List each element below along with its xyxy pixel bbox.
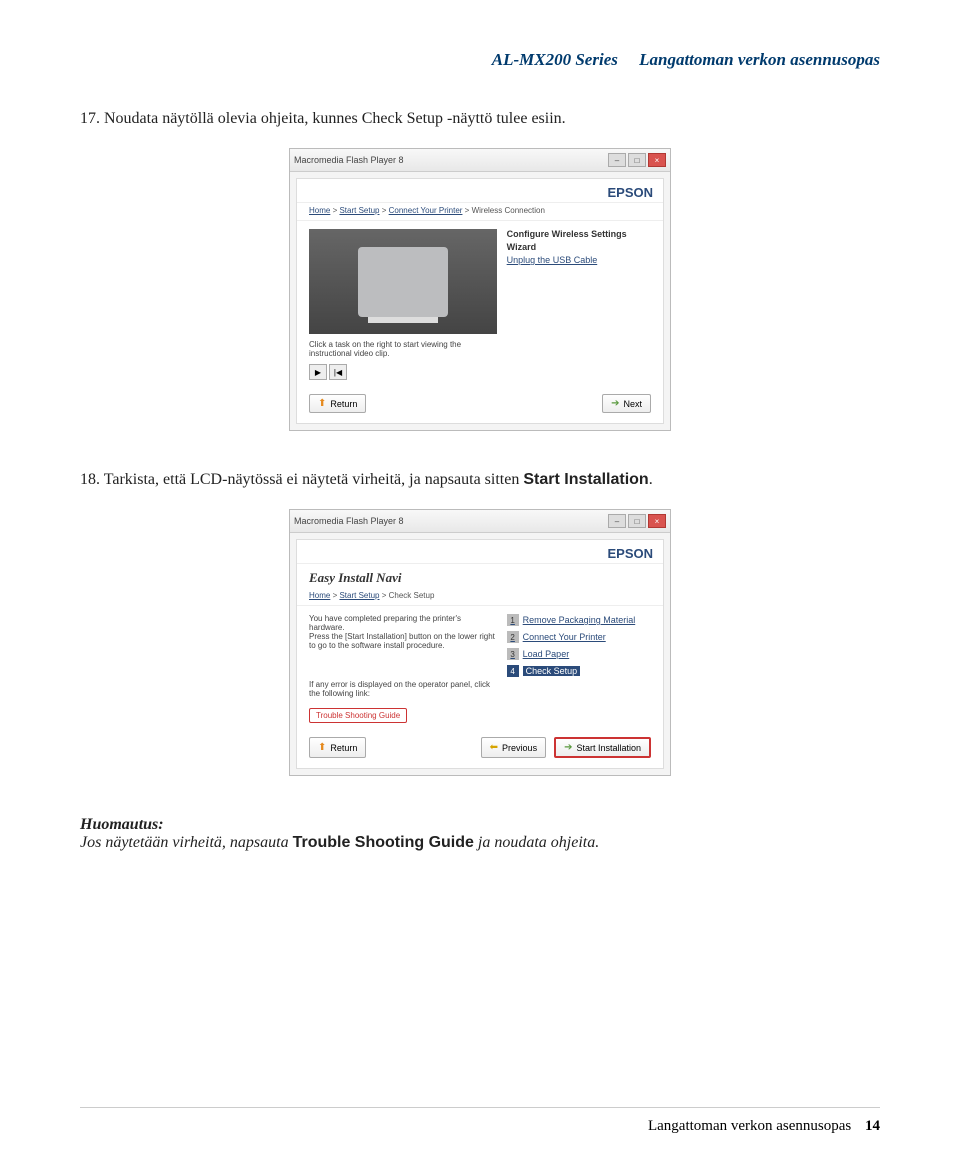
breadcrumb: Home > Start Setup > Check Setup <box>297 588 663 606</box>
return-button[interactable]: ⬆Return <box>309 394 366 413</box>
minimize-button[interactable]: – <box>608 514 626 528</box>
return-button[interactable]: ⬆Return <box>309 737 366 758</box>
printer-video-preview <box>309 229 497 334</box>
note-heading: Huomautus: <box>80 816 880 834</box>
configure-heading: Configure Wireless Settings <box>507 229 651 239</box>
brand-logo: EPSON <box>297 540 663 564</box>
crumb-home[interactable]: Home <box>309 206 330 215</box>
note-body: Jos näytetään virheitä, napsauta Trouble… <box>80 834 880 852</box>
breadcrumb: Home > Start Setup > Connect Your Printe… <box>297 203 663 221</box>
window-title: Macromedia Flash Player 8 <box>294 155 404 165</box>
trouble-shooting-guide-link[interactable]: Trouble Shooting Guide <box>309 708 407 723</box>
step-17-text: 17. Noudata näytöllä olevia ohjeita, kun… <box>80 110 880 128</box>
return-arrow-icon: ⬆ <box>318 398 326 409</box>
brand-logo: EPSON <box>297 179 663 203</box>
crumb-wireless: Wireless Connection <box>472 206 545 215</box>
step-18-text: 18. Tarkista, että LCD-näytössä ei näyte… <box>80 471 880 489</box>
page-footer: Langattoman verkon asennusopas 14 <box>80 1107 880 1135</box>
navi-title: Easy Install Navi <box>297 564 663 588</box>
header-series: AL-MX200 Series <box>492 50 618 69</box>
header-guide: Langattoman verkon asennusopas <box>639 50 880 69</box>
crumb-home[interactable]: Home <box>309 591 330 600</box>
step-item-2[interactable]: 2Connect Your Printer <box>507 631 651 643</box>
window-titlebar: Macromedia Flash Player 8 – □ × <box>290 510 670 533</box>
window-title: Macromedia Flash Player 8 <box>294 516 404 526</box>
close-button[interactable]: × <box>648 514 666 528</box>
crumb-check-setup: Check Setup <box>389 591 435 600</box>
video-caption: Click a task on the right to start viewi… <box>309 340 497 358</box>
crumb-start-setup[interactable]: Start Setup <box>339 591 379 600</box>
screenshot-check-setup-window: Macromedia Flash Player 8 – □ × EPSON Ea… <box>289 509 671 776</box>
wizard-heading: Wizard <box>507 242 651 252</box>
start-installation-button[interactable]: ➔Start Installation <box>554 737 651 758</box>
minimize-button[interactable]: – <box>608 153 626 167</box>
crumb-connect[interactable]: Connect Your Printer <box>389 206 463 215</box>
info-text-2: If any error is displayed on the operato… <box>309 680 497 698</box>
step-item-4[interactable]: 4Check Setup <box>507 665 651 677</box>
maximize-button[interactable]: □ <box>628 153 646 167</box>
page-header: AL-MX200 Series Langattoman verkon asenn… <box>80 50 880 70</box>
previous-arrow-icon: ⬅ <box>490 742 498 753</box>
info-text-1: You have completed preparing the printer… <box>309 614 497 674</box>
window-titlebar: Macromedia Flash Player 8 – □ × <box>290 149 670 172</box>
rewind-button[interactable]: |◀ <box>329 364 347 380</box>
next-arrow-icon: ➔ <box>611 398 619 409</box>
return-arrow-icon: ⬆ <box>318 742 326 753</box>
window-buttons: – □ × <box>608 153 666 167</box>
crumb-start-setup[interactable]: Start Setup <box>339 206 379 215</box>
maximize-button[interactable]: □ <box>628 514 646 528</box>
close-button[interactable]: × <box>648 153 666 167</box>
play-button[interactable]: ▶ <box>309 364 327 380</box>
previous-button[interactable]: ⬅Previous <box>481 737 546 758</box>
footer-text: Langattoman verkon asennusopas <box>648 1118 851 1134</box>
screenshot-wizard-window: Macromedia Flash Player 8 – □ × EPSON Ho… <box>289 148 671 431</box>
page-number: 14 <box>865 1118 880 1134</box>
window-buttons: – □ × <box>608 514 666 528</box>
unplug-link[interactable]: Unplug the USB Cable <box>507 255 651 265</box>
step-item-3[interactable]: 3Load Paper <box>507 648 651 660</box>
step-item-1[interactable]: 1Remove Packaging Material <box>507 614 651 626</box>
printer-illustration <box>358 247 448 317</box>
next-button[interactable]: ➔Next <box>602 394 651 413</box>
start-arrow-icon: ➔ <box>564 742 572 753</box>
